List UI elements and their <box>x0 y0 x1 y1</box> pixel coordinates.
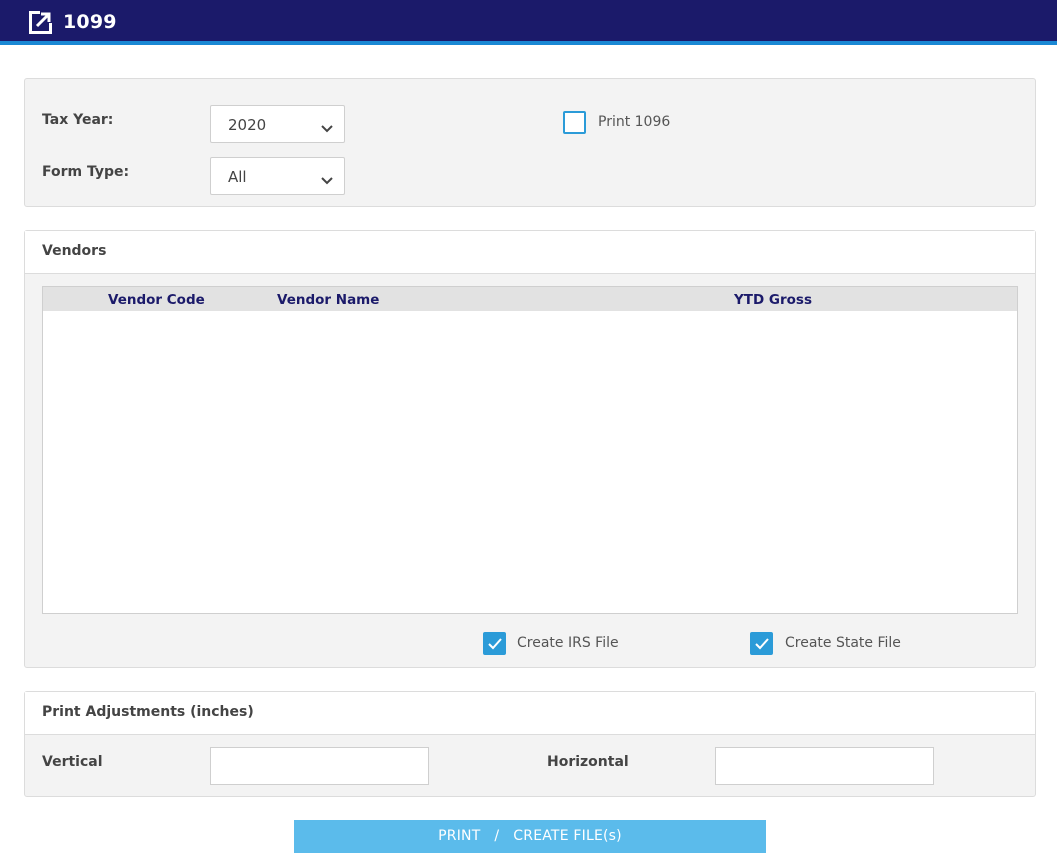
tax-year-label: Tax Year: <box>42 112 114 128</box>
print-create-files-button[interactable]: PRINT / CREATE FILE(s) <box>294 820 766 853</box>
external-link-icon <box>29 11 52 34</box>
vendors-panel-header: Vendors <box>25 231 1035 274</box>
create-state-file-checkbox[interactable] <box>750 632 773 655</box>
vendors-panel: Vendors Vendor Code Vendor Name YTD Gros… <box>24 230 1036 668</box>
form-type-select[interactable]: All <box>210 157 345 195</box>
vertical-label: Vertical <box>42 754 103 770</box>
vertical-input[interactable] <box>210 747 429 785</box>
print-adjustments-panel: Print Adjustments (inches) Vertical Hori… <box>24 691 1036 797</box>
create-irs-file-label: Create IRS File <box>517 635 619 651</box>
title-bar: 1099 <box>0 0 1057 45</box>
form-type-value: All <box>228 168 247 186</box>
form-type-label: Form Type: <box>42 164 130 180</box>
chevron-down-icon <box>320 119 334 133</box>
create-state-file-label: Create State File <box>785 635 901 651</box>
vendors-grid: Vendor Code Vendor Name YTD Gross <box>42 286 1018 614</box>
create-irs-file-checkbox[interactable] <box>483 632 506 655</box>
vendors-title: Vendors <box>42 243 107 259</box>
tax-year-select[interactable]: 2020 <box>210 105 345 143</box>
horizontal-label: Horizontal <box>547 754 629 770</box>
print-1096-checkbox[interactable] <box>563 111 586 134</box>
print-1096-label: Print 1096 <box>598 114 671 130</box>
column-header-ytd-gross[interactable]: YTD Gross <box>734 292 812 308</box>
filter-panel: Tax Year: 2020 Form Type: All Print 1096 <box>24 78 1036 207</box>
chevron-down-icon <box>320 171 334 185</box>
column-header-vendor-code[interactable]: Vendor Code <box>108 292 205 308</box>
print-adjustments-title: Print Adjustments (inches) <box>42 704 254 720</box>
column-header-vendor-name[interactable]: Vendor Name <box>277 292 379 308</box>
tax-year-value: 2020 <box>228 116 267 134</box>
horizontal-input[interactable] <box>715 747 934 785</box>
print-adjustments-header: Print Adjustments (inches) <box>25 692 1035 735</box>
page-title: 1099 <box>63 11 117 33</box>
vendors-grid-header: Vendor Code Vendor Name YTD Gross <box>43 287 1017 311</box>
